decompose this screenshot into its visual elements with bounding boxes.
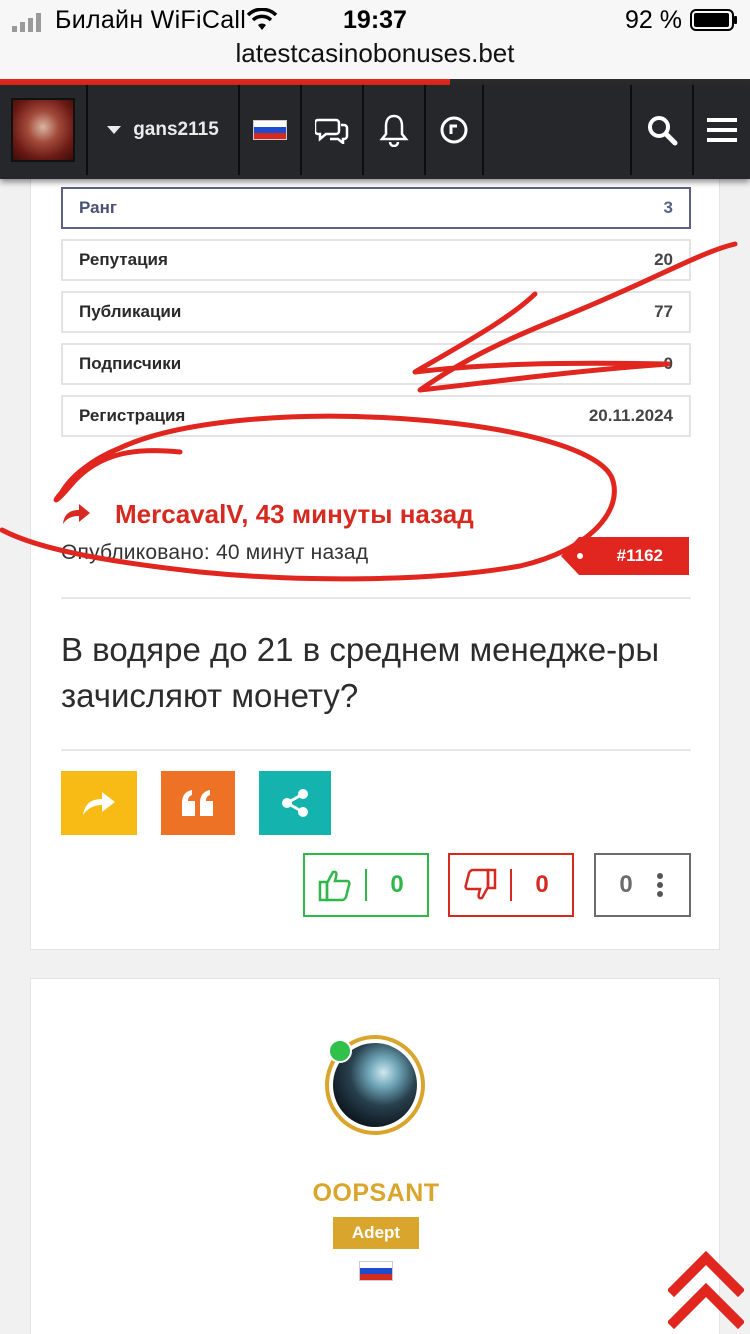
- dislike-button[interactable]: 0: [448, 853, 574, 917]
- site-header: gans2115: [0, 85, 750, 179]
- clock-icon: [440, 116, 468, 144]
- bell-icon: [379, 114, 409, 147]
- post-number: #1162: [616, 546, 663, 565]
- reply-arrow-icon: [63, 504, 90, 524]
- stat-label: Репутация: [79, 250, 168, 269]
- dislike-count: 0: [535, 871, 549, 898]
- battery-icon: [690, 9, 737, 31]
- chat-icon: [315, 118, 349, 144]
- share-icon: [282, 789, 308, 817]
- quote-icon: [182, 790, 213, 816]
- online-status-icon: [328, 1039, 352, 1063]
- share-arrow-icon: [83, 792, 115, 815]
- menu-button[interactable]: [692, 85, 750, 175]
- divider: [61, 597, 691, 599]
- dislike-icon-wrap: [450, 868, 510, 902]
- reply-to-link[interactable]: MercavalV, 43 минуты назад: [61, 497, 474, 531]
- russia-flag-icon: [253, 120, 287, 140]
- username-label: gans2115: [133, 119, 219, 140]
- divider: [61, 749, 691, 751]
- stat-label: Публикации: [79, 302, 182, 321]
- author-name[interactable]: OOPSANT: [31, 1179, 721, 1208]
- published-time: Опубликовано: 40 минут назад: [61, 541, 369, 564]
- search-button[interactable]: [630, 85, 692, 175]
- notifications-button[interactable]: [364, 85, 426, 175]
- stat-value: 77: [654, 302, 673, 321]
- activity-button[interactable]: [426, 85, 484, 175]
- like-button[interactable]: 0: [303, 853, 429, 917]
- battery-percent: 92 %: [625, 6, 682, 34]
- stat-reputation: Репутация 20: [61, 239, 691, 281]
- more-vertical-icon: [657, 873, 663, 897]
- quote-button[interactable]: [161, 771, 235, 835]
- score-count: 0: [619, 871, 633, 898]
- post-number-tag[interactable]: #1162: [561, 537, 689, 575]
- stat-value: 0: [663, 354, 673, 373]
- stat-label: Ранг: [79, 198, 117, 217]
- stat-value: 3: [663, 198, 673, 217]
- status-bar: Билайн WiFiCall 19:37 92 % latestcasinob…: [0, 0, 750, 80]
- stat-posts: Публикации 77: [61, 291, 691, 333]
- rank-badge: Adept: [333, 1217, 419, 1249]
- search-icon: [648, 116, 678, 146]
- thumbs-up-icon: [318, 870, 351, 902]
- stat-label: Регистрация: [79, 406, 186, 425]
- post-card: Ранг 3 Репутация 20 Публикации 77 Подпис…: [30, 160, 720, 950]
- url-bar[interactable]: latestcasinobonuses.bet: [0, 38, 750, 69]
- menu-icon: [707, 118, 737, 142]
- reply-to-text: MercavalV, 43 минуты назад: [115, 498, 474, 529]
- language-button[interactable]: [240, 85, 302, 175]
- site-logo[interactable]: [0, 85, 88, 175]
- site-logo-image: [11, 98, 75, 162]
- russia-flag-icon: [359, 1261, 393, 1281]
- thumbs-down-icon: [464, 868, 497, 900]
- caret-down-icon: [107, 126, 122, 134]
- stat-label: Подписчики: [79, 354, 182, 373]
- like-icon-wrap: [305, 868, 365, 902]
- messages-button[interactable]: [302, 85, 364, 175]
- like-count: 0: [390, 871, 404, 898]
- stat-followers: Подписчики 0: [61, 343, 691, 385]
- scroll-to-top-icon[interactable]: [668, 1250, 744, 1330]
- stat-registration: Регистрация 20.11.2024: [61, 395, 691, 437]
- post-body: В водяре до 21 в среднем менедже-ры зачи…: [61, 631, 660, 714]
- tag-hole-icon: [577, 553, 583, 559]
- score-menu-button[interactable]: 0: [594, 853, 691, 917]
- reply-button[interactable]: [61, 771, 137, 835]
- stat-value: 20: [654, 250, 673, 269]
- stat-value: 20.11.2024: [588, 406, 673, 425]
- share-button[interactable]: [259, 771, 331, 835]
- next-post-card: OOPSANT Adept: [30, 978, 720, 1334]
- stat-rank: Ранг 3: [61, 187, 691, 229]
- user-menu-button[interactable]: gans2115: [88, 85, 240, 175]
